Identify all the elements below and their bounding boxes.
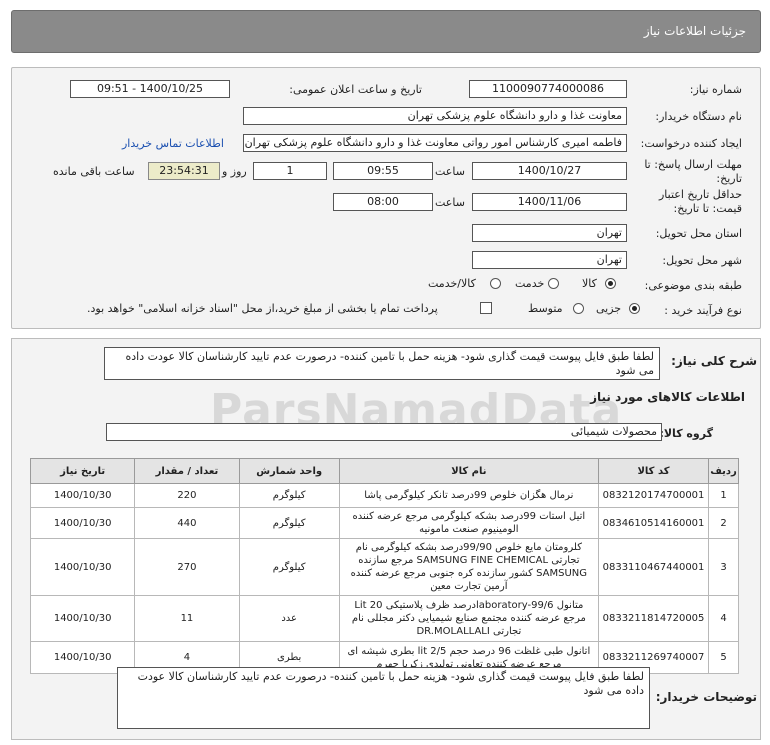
col-row-number: ردیف bbox=[708, 458, 739, 484]
buyer-notes-text: لطفا طبق فایل پیوست قیمت گذاری شود- هزین… bbox=[117, 667, 650, 729]
process-option-minor: جزیی bbox=[596, 302, 622, 315]
treasury-payment-checkbox[interactable] bbox=[480, 302, 492, 314]
creator-field: فاطمه امیری کارشناس امور رواتی معاونت غذ… bbox=[243, 134, 627, 152]
cell-quantity: 440 bbox=[134, 507, 240, 539]
remaining-days-field: 1 bbox=[253, 162, 327, 180]
deadline-label: مهلت ارسال پاسخ: تا bbox=[644, 158, 742, 171]
col-unit: واحد شمارش bbox=[238, 458, 340, 484]
cell-unit: عدد bbox=[238, 595, 340, 642]
cell-row-number: 5 bbox=[708, 641, 739, 674]
buyer-contact-link[interactable]: اطلاعات تماس خریدار bbox=[122, 137, 224, 150]
category-option-service: خدمت bbox=[515, 277, 545, 290]
goods-table: ردیف کد کالا نام کالا واحد شمارش تعداد /… bbox=[29, 458, 739, 674]
table-row: 1 0832120174700001 نرمال هگزان خلوص 99در… bbox=[29, 483, 739, 508]
category-radio-goods[interactable] bbox=[605, 278, 616, 289]
announce-label: تاریخ و ساعت اعلان عمومی: bbox=[289, 83, 422, 96]
cell-name: نرمال هگزان خلوص 99درصد تانکر کیلوگرمی پ… bbox=[338, 483, 599, 508]
cell-row-number: 3 bbox=[708, 538, 739, 596]
validity-time-field: 08:00 bbox=[333, 193, 433, 211]
table-row: 4 0833211814720005 متانول laboratory-99/… bbox=[29, 595, 739, 642]
process-radio-minor[interactable] bbox=[629, 303, 640, 314]
province-field: تهران bbox=[472, 224, 627, 242]
table-row: 3 0833110467440001 کلرومتان مایع خلوص 99… bbox=[29, 538, 739, 596]
deadline-time-label: ساعت bbox=[435, 165, 465, 178]
buyer-notes-label: توضیحات خریدار: bbox=[655, 690, 757, 704]
province-label: استان محل تحویل: bbox=[655, 227, 742, 240]
cell-need-date: 1400/10/30 bbox=[29, 595, 136, 642]
group-label: گروه کالا: bbox=[659, 427, 713, 440]
validity-date-field: 1400/11/06 bbox=[472, 193, 627, 211]
table-header-row: ردیف کد کالا نام کالا واحد شمارش تعداد /… bbox=[29, 458, 739, 484]
deadline-date-field: 1400/10/27 bbox=[472, 162, 627, 180]
cell-unit: کیلوگرم bbox=[238, 507, 340, 539]
col-need-date: تاریخ نیاز bbox=[29, 458, 136, 484]
col-code: کد کالا bbox=[597, 458, 710, 484]
city-field: تهران bbox=[472, 251, 627, 269]
cell-unit: کیلوگرم bbox=[238, 483, 340, 508]
buyer-label: نام دستگاه خریدار: bbox=[655, 110, 742, 123]
cell-need-date: 1400/10/30 bbox=[29, 507, 136, 539]
cell-code: 0833211814720005 bbox=[597, 595, 710, 642]
cell-name: متانول laboratory-99/6درصد ظرف پلاستیکی … bbox=[338, 595, 599, 642]
cell-quantity: 270 bbox=[134, 538, 240, 596]
treasury-payment-note: پرداخت تمام یا بخشی از مبلغ خرید،از محل … bbox=[87, 302, 438, 315]
page-title: جزئیات اطلاعات نیاز bbox=[643, 24, 746, 38]
cell-unit: کیلوگرم bbox=[238, 538, 340, 596]
category-option-goods: کالا bbox=[582, 277, 597, 290]
cell-row-number: 4 bbox=[708, 595, 739, 642]
cell-need-date: 1400/10/30 bbox=[29, 483, 136, 508]
cell-name: کلرومتان مایع خلوص 99/90درصد بشکه کیلوگر… bbox=[338, 538, 599, 596]
category-option-goods-service: کالا/خدمت bbox=[428, 277, 476, 290]
category-radio-service[interactable] bbox=[548, 278, 559, 289]
category-label: طبقه بندی موضوعی: bbox=[644, 279, 742, 292]
cell-code: 0832120174700001 bbox=[597, 483, 710, 508]
page-header: جزئیات اطلاعات نیاز bbox=[11, 10, 761, 53]
buyer-field: معاونت غذا و دارو دانشگاه علوم پزشکی تهر… bbox=[243, 107, 627, 125]
validity-time-label: ساعت bbox=[435, 196, 465, 209]
category-radio-goods-service[interactable] bbox=[490, 278, 501, 289]
cell-quantity: 11 bbox=[134, 595, 240, 642]
creator-label: ایجاد کننده درخواست: bbox=[640, 137, 742, 150]
cell-row-number: 1 bbox=[708, 483, 739, 508]
cell-code: 0833110467440001 bbox=[597, 538, 710, 596]
city-label: شهر محل تحویل: bbox=[662, 254, 742, 267]
col-name: نام کالا bbox=[338, 458, 599, 484]
remaining-timer: 23:54:31 bbox=[148, 162, 220, 180]
cell-need-date: 1400/10/30 bbox=[29, 538, 136, 596]
validity-label-2: قیمت: تا تاریخ: bbox=[673, 202, 742, 215]
remaining-label: ساعت باقی مانده bbox=[53, 165, 135, 178]
deadline-label-2: تاریخ: bbox=[716, 172, 742, 185]
cell-code: 0834610514160001 bbox=[597, 507, 710, 539]
deadline-time-field: 09:55 bbox=[333, 162, 433, 180]
cell-quantity: 220 bbox=[134, 483, 240, 508]
process-label: نوع فرآیند خرید : bbox=[664, 304, 742, 317]
summary-label: شرح کلی نیاز: bbox=[671, 354, 757, 368]
summary-text: لطفا طبق فایل پیوست قیمت گذاری شود- هزین… bbox=[104, 347, 660, 380]
cell-name: اتیل استات 99درصد بشکه کیلوگرمی مرجع عرض… bbox=[338, 507, 599, 539]
cell-row-number: 2 bbox=[708, 507, 739, 539]
goods-info-title: اطلاعات کالاهای مورد نیاز bbox=[590, 390, 745, 404]
need-number-field: 1100090774000086 bbox=[469, 80, 627, 98]
process-option-medium: متوسط bbox=[528, 302, 563, 315]
group-field: محصولات شیمیائی bbox=[106, 423, 662, 441]
days-label: روز و bbox=[222, 165, 247, 178]
col-quantity: تعداد / مقدار bbox=[134, 458, 240, 484]
validity-label: حداقل تاریخ اعتبار bbox=[658, 188, 742, 201]
process-radio-medium[interactable] bbox=[573, 303, 584, 314]
table-row: 2 0834610514160001 اتیل استات 99درصد بشک… bbox=[29, 507, 739, 539]
announce-field: 1400/10/25 - 09:51 bbox=[70, 80, 230, 98]
need-number-label: شماره نیاز: bbox=[689, 83, 742, 96]
